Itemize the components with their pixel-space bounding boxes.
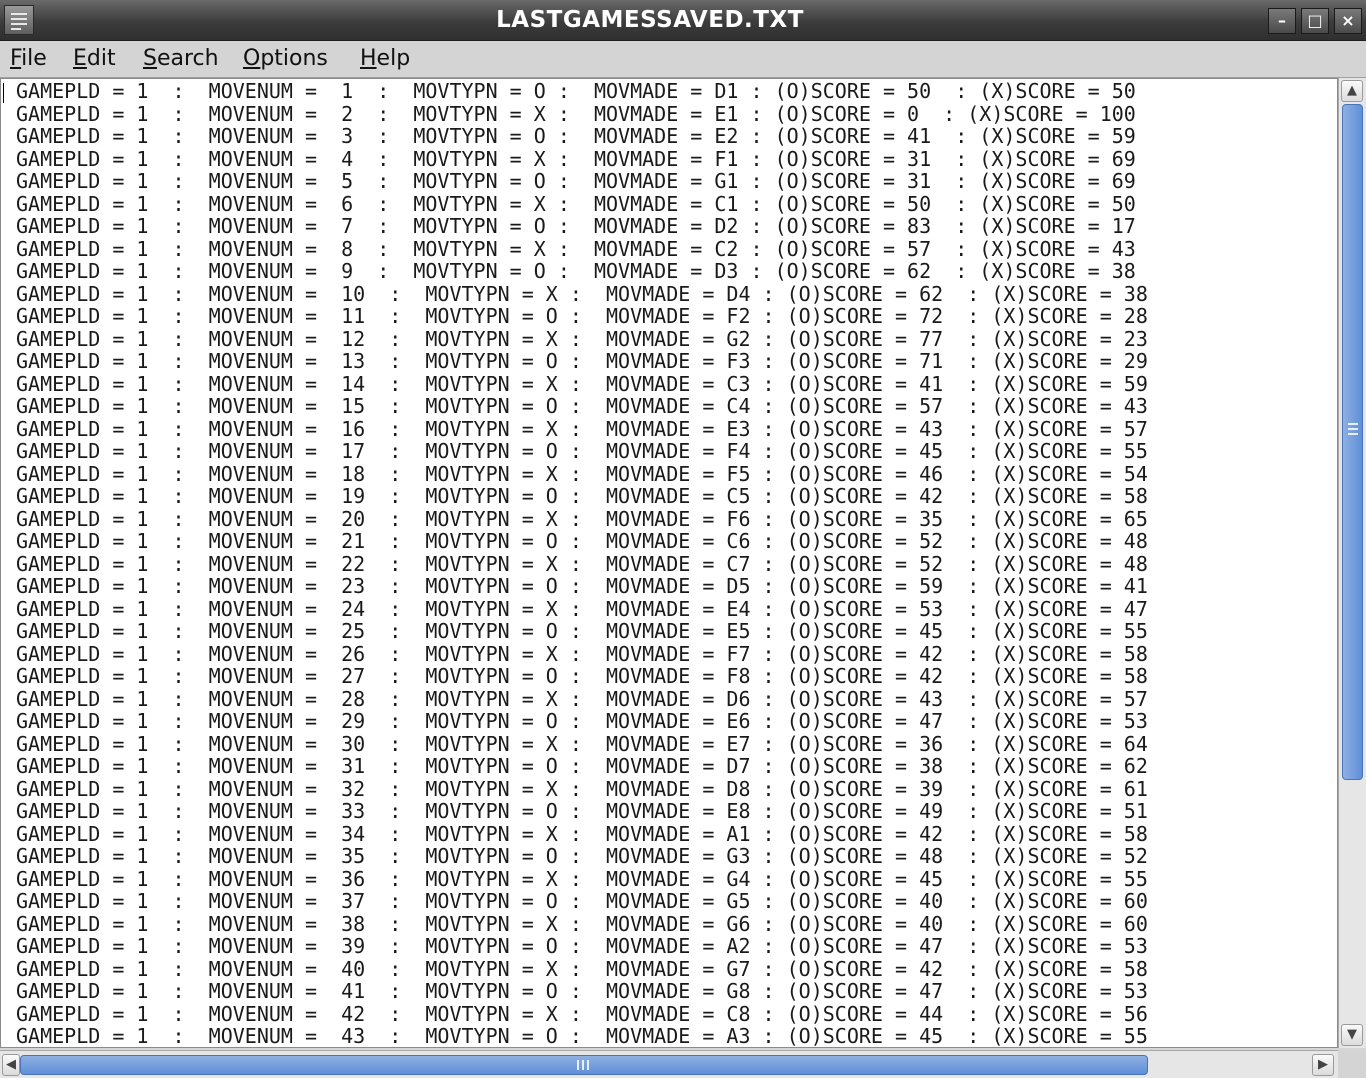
text-line: GAMEPLD = 1 : MOVENUM = 43 : MOVTYPN = O… [16,1024,1148,1048]
text-line: GAMEPLD = 1 : MOVENUM = 5 : MOVTYPN = O … [16,169,1136,193]
text-line: GAMEPLD = 1 : MOVENUM = 38 : MOVTYPN = X… [16,911,1148,936]
menu-search[interactable]: Search [143,41,219,77]
text-line: GAMEPLD = 1 : MOVENUM = 28 : MOVTYPN = X… [16,686,1148,711]
close-button[interactable]: × [1334,8,1362,34]
text-line: GAMEPLD = 1 : MOVENUM = 16 : MOVTYPN = X… [16,416,1148,441]
text-area[interactable]: GAMEPLD = 1 : MOVENUM = 1 : MOVTYPN = O … [0,78,1338,1048]
text-line: GAMEPLD = 1 : MOVENUM = 1 : MOVTYPN = O … [16,79,1136,103]
text-line: GAMEPLD = 1 : MOVENUM = 32 : MOVTYPN = X… [16,776,1148,801]
text-line: GAMEPLD = 1 : MOVENUM = 29 : MOVTYPN = O… [16,709,1148,733]
scroll-right-icon[interactable]: ▶ [1312,1054,1334,1076]
text-line: GAMEPLD = 1 : MOVENUM = 6 : MOVTYPN = X … [16,191,1136,216]
text-line: GAMEPLD = 1 : MOVENUM = 21 : MOVTYPN = O… [16,529,1148,553]
text-caret [3,83,4,103]
text-line: GAMEPLD = 1 : MOVENUM = 27 : MOVTYPN = O… [16,664,1148,688]
menu-bar: File Edit Search Options Help [0,41,1366,78]
text-line: GAMEPLD = 1 : MOVENUM = 2 : MOVTYPN = X … [16,101,1136,126]
text-line: GAMEPLD = 1 : MOVENUM = 11 : MOVTYPN = O… [16,304,1148,328]
minimize-button[interactable]: – [1268,8,1296,34]
text-line: GAMEPLD = 1 : MOVENUM = 18 : MOVTYPN = X… [16,461,1148,486]
horizontal-scroll-thumb[interactable] [20,1055,1148,1075]
scroll-down-icon[interactable]: ▼ [1341,1024,1363,1046]
text-line: GAMEPLD = 1 : MOVENUM = 23 : MOVTYPN = O… [16,574,1148,598]
text-line: GAMEPLD = 1 : MOVENUM = 41 : MOVTYPN = O… [16,979,1148,1003]
text-line: GAMEPLD = 1 : MOVENUM = 26 : MOVTYPN = X… [16,641,1148,666]
text-line: GAMEPLD = 1 : MOVENUM = 12 : MOVTYPN = X… [16,326,1148,351]
text-line: GAMEPLD = 1 : MOVENUM = 35 : MOVTYPN = O… [16,844,1148,868]
text-line: GAMEPLD = 1 : MOVENUM = 19 : MOVTYPN = O… [16,484,1148,508]
text-line: GAMEPLD = 1 : MOVENUM = 3 : MOVTYPN = O … [16,124,1136,148]
text-line: GAMEPLD = 1 : MOVENUM = 7 : MOVTYPN = O … [16,214,1136,238]
menu-file[interactable]: File [10,41,47,77]
text-line: GAMEPLD = 1 : MOVENUM = 42 : MOVTYPN = X… [16,1001,1148,1026]
window-title: LASTGAMESSAVED.TXT [496,7,804,33]
grip-icon [577,1060,589,1070]
menu-edit[interactable]: Edit [73,41,116,77]
text-line: GAMEPLD = 1 : MOVENUM = 9 : MOVTYPN = O … [16,259,1136,283]
text-line: GAMEPLD = 1 : MOVENUM = 20 : MOVTYPN = X… [16,506,1148,531]
scroll-up-icon[interactable]: ▲ [1341,80,1363,102]
text-line: GAMEPLD = 1 : MOVENUM = 31 : MOVTYPN = O… [16,754,1148,778]
text-line: GAMEPLD = 1 : MOVENUM = 15 : MOVTYPN = O… [16,394,1148,418]
scrollbar-corner [1338,1050,1366,1078]
text-line: GAMEPLD = 1 : MOVENUM = 36 : MOVTYPN = X… [16,866,1148,891]
menu-options[interactable]: Options [243,41,328,77]
text-line: GAMEPLD = 1 : MOVENUM = 13 : MOVTYPN = O… [16,349,1148,373]
horizontal-scrollbar[interactable]: ◀ ▶ [0,1050,1338,1078]
grip-icon [1348,423,1358,435]
maximize-button[interactable]: □ [1301,8,1329,34]
text-line: GAMEPLD = 1 : MOVENUM = 34 : MOVTYPN = X… [16,821,1148,846]
text-line: GAMEPLD = 1 : MOVENUM = 40 : MOVTYPN = X… [16,956,1148,981]
text-line: GAMEPLD = 1 : MOVENUM = 22 : MOVTYPN = X… [16,551,1148,576]
text-line: GAMEPLD = 1 : MOVENUM = 25 : MOVTYPN = O… [16,619,1148,643]
text-line: GAMEPLD = 1 : MOVENUM = 39 : MOVTYPN = O… [16,934,1148,958]
text-line: GAMEPLD = 1 : MOVENUM = 37 : MOVTYPN = O… [16,889,1148,913]
text-line: GAMEPLD = 1 : MOVENUM = 33 : MOVTYPN = O… [16,799,1148,823]
text-editor-window: LASTGAMESSAVED.TXT – □ × File Edit Searc… [0,0,1366,1078]
menu-help[interactable]: Help [360,41,410,77]
title-bar[interactable]: LASTGAMESSAVED.TXT – □ × [0,0,1366,41]
text-line: GAMEPLD = 1 : MOVENUM = 30 : MOVTYPN = X… [16,731,1148,756]
text-line: GAMEPLD = 1 : MOVENUM = 14 : MOVTYPN = X… [16,371,1148,396]
text-content: GAMEPLD = 1 : MOVENUM = 1 : MOVTYPN = O … [1,79,1337,1048]
vertical-scrollbar[interactable]: ▲ ▼ [1338,78,1366,1048]
vertical-scroll-thumb[interactable] [1342,104,1363,780]
text-line: GAMEPLD = 1 : MOVENUM = 8 : MOVTYPN = X … [16,236,1136,261]
text-line: GAMEPLD = 1 : MOVENUM = 4 : MOVTYPN = X … [16,146,1136,171]
text-line: GAMEPLD = 1 : MOVENUM = 10 : MOVTYPN = X… [16,281,1148,306]
scroll-left-icon[interactable]: ◀ [2,1054,20,1076]
text-line: GAMEPLD = 1 : MOVENUM = 24 : MOVTYPN = X… [16,596,1148,621]
text-line: GAMEPLD = 1 : MOVENUM = 17 : MOVTYPN = O… [16,439,1148,463]
